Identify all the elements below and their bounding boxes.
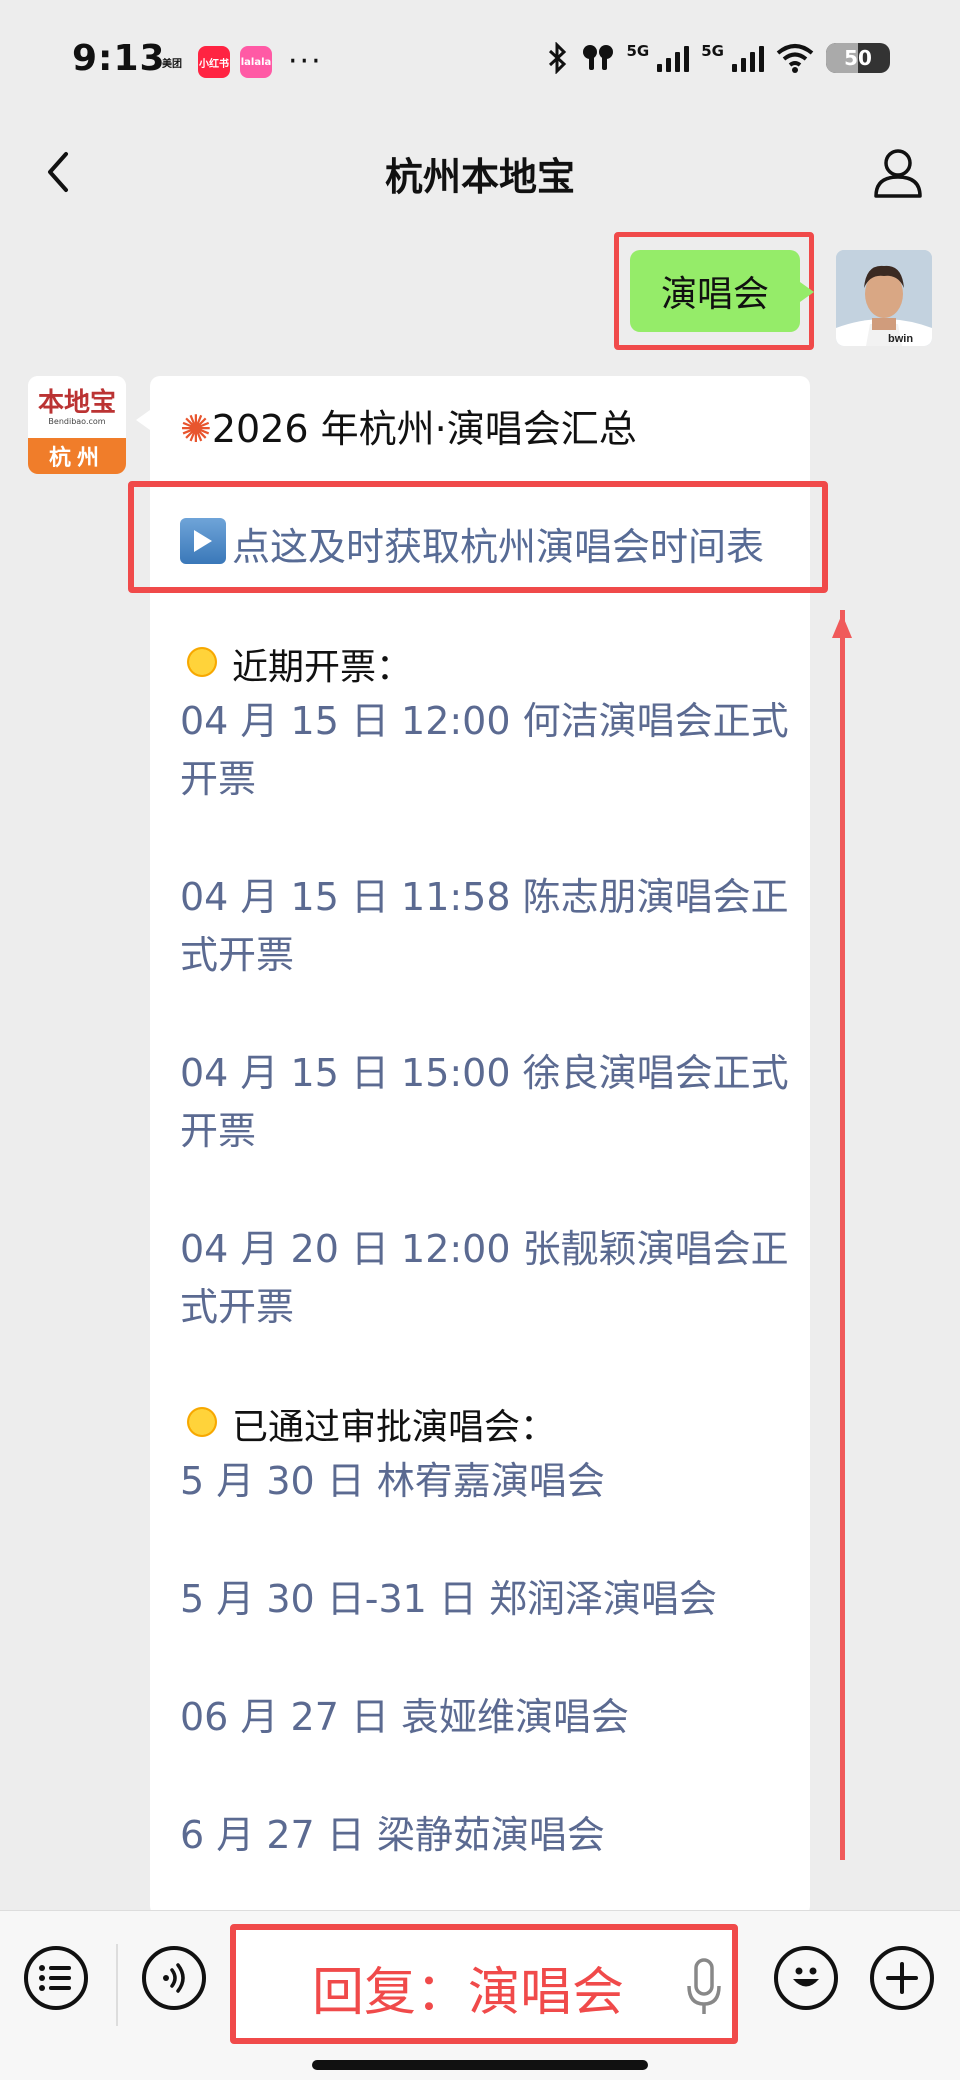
- sent-message-text: 演唱会: [660, 274, 769, 315]
- network-type-1: 5G: [626, 42, 650, 60]
- list-item[interactable]: 5 月 30 日 林宥嘉演唱会: [180, 1452, 792, 1510]
- add-icon[interactable]: [870, 1946, 934, 2010]
- scroll-up-arrow-line: [840, 610, 845, 1860]
- battery-indicator: 50: [826, 43, 890, 73]
- sun-icon: [182, 1402, 222, 1442]
- official-account-avatar[interactable]: 本地宝 Bendibao.com 杭州: [28, 376, 126, 474]
- status-time: 9:13: [72, 38, 166, 79]
- fireworks-icon: ✺: [180, 407, 212, 451]
- list-item[interactable]: 5 月 30 日-31 日 郑润泽演唱会: [180, 1570, 792, 1628]
- sent-message-bubble[interactable]: 演唱会: [630, 250, 800, 332]
- section-title-upcoming: 近期开票：: [232, 647, 413, 688]
- microphone-icon[interactable]: [686, 1956, 722, 2020]
- svg-text:bwin: bwin: [888, 333, 913, 345]
- earbuds-icon: [582, 45, 613, 70]
- status-indicators: 5G 5G 50: [547, 42, 890, 74]
- input-bar-divider: [116, 1944, 118, 2026]
- concert-schedule-link[interactable]: 点这及时获取杭州演唱会时间表: [232, 516, 764, 571]
- signal-1-icon: [657, 44, 690, 72]
- sun-icon: [182, 642, 222, 682]
- list-item[interactable]: 06 月 27 日 袁娅维演唱会: [180, 1688, 792, 1746]
- user-avatar-image: bwin: [836, 250, 932, 346]
- list-item[interactable]: 04 月 15 日 15:00 徐良演唱会正式开票: [180, 1044, 792, 1160]
- user-avatar[interactable]: bwin: [836, 250, 932, 346]
- bluetooth-icon: [548, 42, 566, 74]
- reply-hint-text: 回复：演唱会: [312, 1963, 625, 2023]
- logo-domain-text: Bendibao.com: [48, 416, 106, 426]
- sent-bubble-tail: [800, 282, 814, 302]
- logo-city-text: 杭州: [28, 438, 126, 474]
- received-bubble-tail: [136, 410, 150, 430]
- list-item[interactable]: 04 月 15 日 12:00 何洁演唱会正式开票: [180, 692, 792, 808]
- lalala-app-icon: lalala: [240, 46, 272, 78]
- menu-list-icon[interactable]: [24, 1946, 88, 2010]
- voice-input-icon[interactable]: [142, 1946, 206, 2010]
- meituan-app-icon: 美团: [162, 58, 182, 70]
- logo-brand-text: 本地宝: [37, 387, 116, 418]
- signal-2-icon: [732, 44, 764, 72]
- wifi-icon: [776, 44, 814, 73]
- list-item[interactable]: 04 月 15 日 11:58 陈志朋演唱会正式开票: [180, 868, 792, 984]
- emoji-icon[interactable]: [774, 1946, 838, 2010]
- network-type-2: 5G: [701, 42, 724, 60]
- page-title: 杭州本地宝: [384, 155, 575, 199]
- list-item[interactable]: 04 月 20 日 12:00 张靓颖演唱会正式开票: [180, 1220, 792, 1336]
- profile-icon[interactable]: [870, 144, 926, 200]
- message-heading: ✺2026 年杭州·演唱会汇总: [180, 407, 637, 451]
- more-notifications-icon: ···: [288, 44, 323, 79]
- scroll-up-arrow-icon: [832, 614, 852, 638]
- play-icon: [180, 518, 226, 564]
- list-item[interactable]: 6 月 27 日 梁静茹演唱会: [180, 1806, 792, 1864]
- xiaohongshu-app-icon: 小红书: [198, 46, 230, 78]
- home-indicator[interactable]: [312, 2060, 648, 2070]
- section-title-approved: 已通过审批演唱会：: [232, 1407, 557, 1448]
